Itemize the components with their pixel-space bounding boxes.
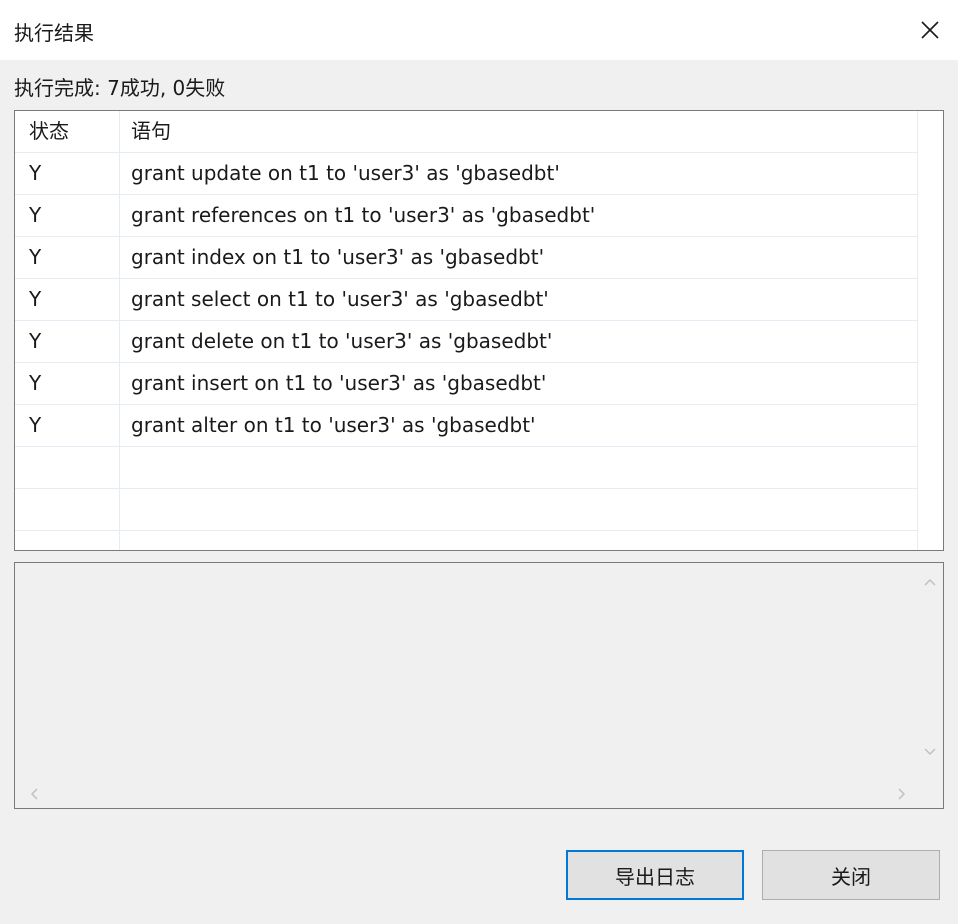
column-header-statement[interactable]: 语句 bbox=[131, 111, 911, 152]
chevron-left-icon bbox=[30, 788, 38, 800]
table-row[interactable]: Y grant references on t1 to 'user3' as '… bbox=[15, 195, 917, 237]
empty-row bbox=[15, 531, 917, 550]
close-window-button[interactable] bbox=[906, 6, 954, 54]
statement-cell: grant select on t1 to 'user3' as 'gbased… bbox=[131, 287, 549, 311]
export-log-button[interactable]: 导出日志 bbox=[566, 850, 744, 900]
detail-text-area[interactable] bbox=[14, 562, 944, 809]
status-cell: Y bbox=[29, 287, 42, 311]
table-row[interactable]: Y grant update on t1 to 'user3' as 'gbas… bbox=[15, 153, 917, 195]
empty-row bbox=[15, 489, 917, 531]
close-button[interactable]: 关闭 bbox=[762, 850, 940, 900]
header-row: 状态 语句 bbox=[15, 111, 917, 153]
statement-cell: grant delete on t1 to 'user3' as 'gbased… bbox=[131, 329, 553, 353]
status-cell: Y bbox=[29, 203, 42, 227]
statement-cell: grant references on t1 to 'user3' as 'gb… bbox=[131, 203, 596, 227]
execution-result-dialog: 执行结果 执行完成: 7成功, 0失败 状态 语句 Y grant update… bbox=[0, 0, 958, 924]
result-grid[interactable]: 状态 语句 Y grant update on t1 to 'user3' as… bbox=[14, 110, 944, 551]
scroll-left-button[interactable] bbox=[21, 781, 47, 807]
status-cell: Y bbox=[29, 161, 42, 185]
scroll-down-button[interactable] bbox=[917, 739, 943, 765]
table-row[interactable]: Y grant delete on t1 to 'user3' as 'gbas… bbox=[15, 321, 917, 363]
column-divider bbox=[917, 111, 918, 550]
window-title: 执行结果 bbox=[14, 21, 94, 45]
chevron-down-icon bbox=[924, 748, 936, 756]
table-row[interactable]: Y grant alter on t1 to 'user3' as 'gbase… bbox=[15, 405, 917, 447]
vertical-scrollbar[interactable] bbox=[917, 563, 943, 781]
status-cell: Y bbox=[29, 329, 42, 353]
status-cell: Y bbox=[29, 413, 42, 437]
status-cell: Y bbox=[29, 371, 42, 395]
horizontal-scrollbar[interactable] bbox=[15, 780, 917, 808]
table-row[interactable]: Y grant select on t1 to 'user3' as 'gbas… bbox=[15, 279, 917, 321]
empty-row bbox=[15, 447, 917, 489]
title-bar: 执行结果 bbox=[0, 0, 958, 60]
status-cell: Y bbox=[29, 245, 42, 269]
table-row[interactable]: Y grant insert on t1 to 'user3' as 'gbas… bbox=[15, 363, 917, 405]
scroll-right-button[interactable] bbox=[889, 781, 915, 807]
chevron-right-icon bbox=[898, 788, 906, 800]
column-header-status[interactable]: 状态 bbox=[29, 111, 109, 152]
scroll-up-button[interactable] bbox=[917, 569, 943, 595]
statement-cell: grant insert on t1 to 'user3' as 'gbased… bbox=[131, 371, 547, 395]
execution-summary: 执行完成: 7成功, 0失败 bbox=[14, 76, 226, 100]
statement-cell: grant alter on t1 to 'user3' as 'gbasedb… bbox=[131, 413, 536, 437]
chevron-up-icon bbox=[924, 578, 936, 586]
statement-cell: grant update on t1 to 'user3' as 'gbased… bbox=[131, 161, 560, 185]
close-icon bbox=[921, 21, 939, 39]
statement-cell: grant index on t1 to 'user3' as 'gbasedb… bbox=[131, 245, 545, 269]
table-row[interactable]: Y grant index on t1 to 'user3' as 'gbase… bbox=[15, 237, 917, 279]
